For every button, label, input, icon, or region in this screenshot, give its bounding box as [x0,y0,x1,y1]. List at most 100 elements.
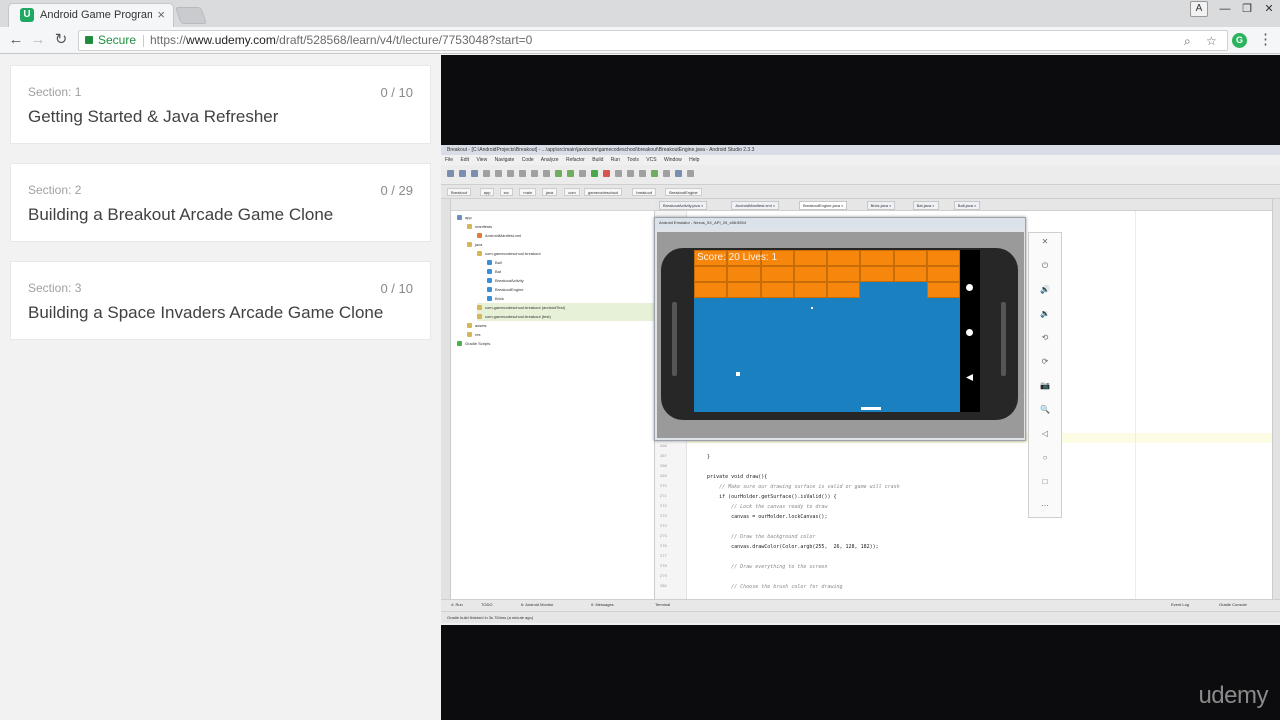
editor-tab[interactable]: BreakoutActivity.java × [659,201,708,210]
tree-node-icon [487,287,492,292]
tree-node[interactable]: AndroidManifest.xml [477,231,521,240]
tree-node[interactable]: app [457,213,472,222]
address-bar[interactable]: Secure https://www.udemy.com/draft/52856… [78,30,1228,51]
ide-tool-button-icon[interactable] [567,170,574,177]
ide-bottom-tool-tab[interactable]: Terminal [655,602,670,607]
tree-node[interactable]: com.gamecodeschool.breakout (test) [477,312,667,321]
ide-bottom-tool-tab[interactable]: 6: Android Monitor [521,602,553,607]
ide-breadcrumb-item[interactable]: src [499,188,513,196]
section-card-2[interactable]: Section: 2 0 / 29 Building a Breakout Ar… [10,163,431,242]
section-card-3[interactable]: Section: 3 0 / 10 Building a Space Invad… [10,261,431,340]
tree-node[interactable]: assets [467,321,487,330]
browser-tab[interactable]: U Android Game Programm... × [8,3,174,27]
editor-tab[interactable]: BreakoutEngine.java × [799,201,848,210]
ide-tool-button-icon[interactable] [591,170,598,177]
ide-bottom-tool-tab[interactable]: Event Log [1171,602,1189,607]
ide-tool-button-icon[interactable] [447,170,454,177]
emulator-control-icon[interactable]: ✕ [1040,237,1050,247]
emulator-control-icon[interactable]: 📷 [1040,381,1050,391]
ide-tool-button-icon[interactable] [555,170,562,177]
tree-node[interactable]: com.gamecodeschool.breakout [477,249,541,258]
ide-tool-button-icon[interactable] [543,170,550,177]
ide-tool-button-icon[interactable] [651,170,658,177]
extension-icon[interactable]: G [1232,33,1247,48]
code-line: // Choose the brush color for drawing [695,584,843,590]
tree-node[interactable]: res [467,330,481,339]
tree-node-label: assets [475,323,487,328]
editor-tab[interactable]: Ball.java × [953,201,981,210]
brick [827,250,861,266]
ide-breadcrumb-item[interactable]: main [519,188,537,196]
user-profile-button[interactable]: A [1190,1,1208,17]
ide-bottom-tool-tab[interactable]: TODO [481,602,492,607]
section-card-1[interactable]: Section: 1 0 / 10 Getting Started & Java… [10,65,431,144]
reload-icon[interactable]: ↻ [51,31,71,49]
back-arrow-icon[interactable]: ← [6,31,26,49]
ide-tool-button-icon[interactable] [675,170,682,177]
line-number: 279 [660,573,667,578]
minimize-button[interactable]: — [1214,0,1236,18]
zoom-icon[interactable]: ⌕ [1184,32,1191,51]
ide-tool-button-icon[interactable] [615,170,622,177]
brick [926,250,960,266]
tree-node-label: Bat [495,269,502,274]
editor-tab[interactable]: AndroidManifest.xml × [731,201,780,210]
brick [893,266,927,282]
tab-close-icon[interactable]: × [157,7,165,22]
emulator-control-icon[interactable]: ⟲ [1040,333,1050,343]
tree-node[interactable]: BreakoutEngine [487,285,523,294]
ide-tool-button-icon[interactable] [483,170,490,177]
emulator-control-icon[interactable]: ◁ [1040,429,1050,439]
maximize-button[interactable]: ❐ [1236,0,1258,18]
ide-bottom-tool-tab[interactable]: Gradle Console [1219,602,1247,607]
ide-tool-button-icon[interactable] [627,170,634,177]
ide-tool-button-icon[interactable] [471,170,478,177]
tree-node[interactable]: Bat [487,267,501,276]
ide-breadcrumb-item[interactable]: gamecodeschool [584,188,623,196]
ide-breadcrumb-item[interactable]: breakout [632,188,656,196]
star-icon[interactable]: ☆ [1206,32,1217,51]
brick [793,250,827,266]
tree-node[interactable]: Brick [487,294,504,303]
tree-node[interactable]: manifests [467,222,492,231]
ide-tool-button-icon[interactable] [519,170,526,177]
tree-node[interactable]: java [467,240,482,249]
emulator-control-icon[interactable]: 🔉 [1040,309,1050,319]
emulator-control-icon[interactable]: ⏻ [1040,261,1050,271]
ide-tool-button-icon[interactable] [507,170,514,177]
ide-breadcrumb-item[interactable]: Breakout [447,188,472,196]
ide-breadcrumb-item[interactable]: java [541,188,558,196]
close-window-button[interactable]: ✕ [1258,0,1280,18]
tree-node[interactable]: Ball [487,258,502,267]
tree-node[interactable]: BreakoutActivity [487,276,524,285]
ide-tool-button-icon[interactable] [639,170,646,177]
ide-tool-button-icon[interactable] [531,170,538,177]
ide-breadcrumb-item[interactable]: app [479,188,495,196]
menu-dots-icon[interactable]: ⋮ [1258,31,1273,49]
emulator-control-icon[interactable]: □ [1040,477,1050,487]
emulator-control-icon[interactable]: ⋯ [1040,501,1050,511]
ide-bottom-tool-tab[interactable]: 4: Run [451,602,463,607]
emulator-control-icon[interactable]: 🔊 [1040,285,1050,295]
ide-tool-button-icon[interactable] [663,170,670,177]
new-tab-button[interactable] [174,7,208,24]
ide-tool-button-icon[interactable] [687,170,694,177]
ide-tool-button-icon[interactable] [495,170,502,177]
section-label: Section: 1 [28,85,82,99]
emulator-control-icon[interactable]: ○ [1040,453,1050,463]
ide-breadcrumb-item[interactable]: com [564,188,580,196]
tree-node[interactable]: Gradle Scripts [457,339,490,348]
editor-tab[interactable]: Bat.java × [912,201,939,210]
ide-tool-button-icon[interactable] [603,170,610,177]
ide-tool-button-icon[interactable] [459,170,466,177]
forward-arrow-icon[interactable]: → [28,31,48,49]
editor-tab[interactable]: Brick.java × [866,201,896,210]
line-number: 273 [660,513,667,518]
tree-node[interactable]: com.gamecodeschool.breakout (androidTest… [477,303,667,312]
ide-breadcrumb-item[interactable]: BreakoutEngine [665,188,702,196]
ide-bottom-tool-tab[interactable]: 0: Messages [591,602,614,607]
emulator-control-icon[interactable]: ⟳ [1040,357,1050,367]
video-player[interactable]: Breakout - [C:\AndroidProjects\Breakout]… [441,55,1280,720]
ide-tool-button-icon[interactable] [579,170,586,177]
emulator-control-icon[interactable]: 🔍 [1040,405,1050,415]
